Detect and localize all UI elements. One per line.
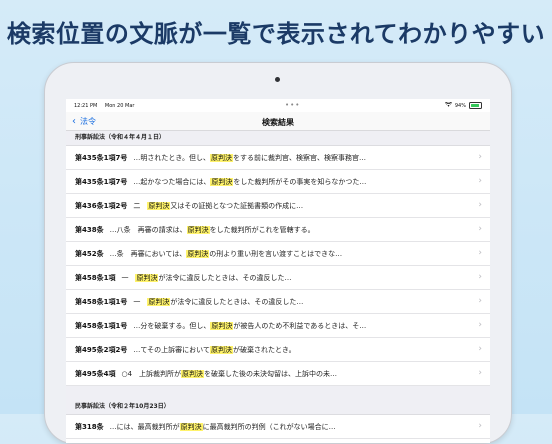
battery-icon (469, 102, 482, 109)
snippet-before: …起かなつた場合には、 (133, 177, 211, 186)
article-number: 第458条1項 (75, 273, 116, 282)
result-row[interactable]: 第495条2項2号 …てその上訴審において原判決が破棄されたとき。 › (66, 338, 490, 362)
snippet-after: が被告人のため不利益であるときは、そ… (233, 321, 367, 330)
section-gap (66, 386, 490, 400)
context-snippet: …てその上訴審において原判決が破棄されたとき。 (133, 345, 296, 355)
status-bar: 12:21 PM Mon 20 Mar ••• 94% (66, 99, 490, 112)
chevron-right-icon: › (478, 224, 482, 234)
section-header: 民事訴訟法（令和２年10月23日） (66, 400, 490, 415)
snippet-before: …分を破棄する。但し、 (133, 321, 211, 330)
context-snippet: …条 再審においては、原判決の刑より重い刑を言い渡すことはできな… (109, 249, 343, 259)
status-date: Mon 20 Mar (104, 102, 135, 109)
result-row[interactable]: 第452条 …条 再審においては、原判決の刑より重い刑を言い渡すことはできな… › (66, 242, 490, 266)
snippet-after: に最高裁判所の判例（これがない場合に… (202, 422, 336, 431)
nav-title: 検索結果 (262, 118, 294, 127)
multitask-dots[interactable]: ••• (285, 102, 300, 109)
wifi-icon (444, 101, 452, 109)
snippet-after: の刑より重い刑を言い渡すことはできな… (209, 249, 343, 258)
snippet-after: が法令に違反したときは、その違反した… (170, 297, 304, 306)
snippet-after: をする前に裁判官、検察官、検察事務官… (233, 153, 367, 162)
results-list: 刑事訴訟法（令和４年４月１日） 第435条1項7号 …明されたとき。但し、原判決をす… (66, 131, 490, 439)
keyword-highlight: 原判決 (147, 201, 171, 210)
camera-dot (275, 77, 280, 82)
nav-bar: ‹ 法令 検索結果 (66, 112, 490, 131)
snippet-before: 一 (121, 273, 136, 282)
result-row[interactable]: 第458条1項1号一 原判決が法令に違反したときは、その違反した… › (66, 290, 490, 314)
article-number: 第435条1項7号 (75, 177, 128, 186)
keyword-highlight: 原判決 (181, 369, 205, 378)
chevron-right-icon: › (478, 296, 482, 306)
result-row[interactable]: 第438条 …八条 再審の請求は、原判決をした裁判所がこれを管轄する。 › (66, 218, 490, 242)
result-row[interactable]: 第436条1項2号二 原判決又はその証拠となつた証拠書類の作成に… › (66, 194, 490, 218)
snippet-before: …条 再審においては、 (109, 249, 187, 258)
context-snippet: 二 原判決又はその証拠となつた証拠書類の作成に… (133, 201, 303, 211)
keyword-highlight: 原判決 (179, 422, 203, 431)
result-row[interactable]: 第435条1項7号 …起かなつた場合には、原判決をした裁判所がその事実を知らなかつ… (66, 170, 490, 194)
headline: 検索位置の文脈が一覧で表示されてわかりやすい (6, 20, 546, 48)
status-time: 12:21 PM (74, 102, 98, 109)
result-row[interactable]: 第458条1項1号 …分を破棄する。但し、原判決が被告人のため不利益であるときは、… (66, 314, 490, 338)
article-number: 第436条1項2号 (75, 201, 128, 210)
result-row[interactable]: 第458条1項一 原判決が法令に違反したときは、その違反した… › (66, 266, 490, 290)
result-row[interactable]: 第435条1項7号 …明されたとき。但し、原判決をする前に裁判官、検察官、検察事務… (66, 146, 490, 170)
snippet-before: …明されたとき。但し、 (133, 153, 211, 162)
article-number: 第438条 (75, 225, 104, 234)
result-row[interactable]: 第495条4項 ○4 上訴裁判所が原判決を破棄した後の未決勾留は、上訴中の未… › (66, 362, 490, 386)
keyword-highlight: 原判決 (135, 273, 159, 282)
snippet-before: 二 (133, 201, 148, 210)
chevron-right-icon: › (478, 320, 482, 330)
snippet-before: …てその上訴審において (133, 345, 210, 354)
article-number: 第452条 (75, 249, 104, 258)
keyword-highlight: 原判決 (210, 321, 234, 330)
snippet-after: を破棄した後の未決勾留は、上訴中の未… (204, 369, 338, 378)
context-snippet: …分を破棄する。但し、原判決が被告人のため不利益であるときは、そ… (133, 321, 366, 331)
article-number: 第458条1項1号 (75, 297, 128, 306)
app-screen: 12:21 PM Mon 20 Mar ••• 94% ‹ 法令 検索結果 刑事… (66, 99, 490, 443)
article-number: 第458条1項1号 (75, 321, 128, 330)
snippet-before: 一 (133, 297, 148, 306)
result-row[interactable]: 第318条 …には、最高裁判所が原判決に最高裁判所の判例（これがない場合に… › (66, 415, 490, 439)
chevron-right-icon: › (478, 176, 482, 186)
context-snippet: 一 原判決が法令に違反したときは、その違反した… (133, 297, 303, 307)
snippet-before: ○4 上訴裁判所が (121, 369, 182, 378)
context-snippet: …には、最高裁判所が原判決に最高裁判所の判例（これがない場合に… (110, 422, 336, 432)
snippet-after: 又はその証拠となつた証拠書類の作成に… (170, 201, 304, 210)
context-snippet: …明されたとき。但し、原判決をする前に裁判官、検察官、検察事務官… (133, 153, 366, 163)
battery-percent: 94% (454, 102, 466, 109)
snippet-after: をした裁判所がこれを管轄する。 (209, 225, 315, 234)
keyword-highlight: 原判決 (186, 225, 210, 234)
context-snippet: …起かなつた場合には、原判決をした裁判所がその事実を知らなかつた… (133, 177, 366, 187)
chevron-right-icon: › (478, 368, 482, 378)
chevron-right-icon: › (478, 272, 482, 282)
keyword-highlight: 原判決 (209, 345, 233, 354)
snippet-after: が法令に違反したときは、その違反した… (158, 273, 292, 282)
keyword-highlight: 原判決 (147, 297, 171, 306)
chevron-right-icon: › (478, 200, 482, 210)
keyword-highlight: 原判決 (210, 177, 234, 186)
chevron-right-icon: › (478, 344, 482, 354)
snippet-before: …八条 再審の請求は、 (109, 225, 187, 234)
snippet-after: が破棄されたとき。 (232, 345, 296, 354)
context-snippet: ○4 上訴裁判所が原判決を破棄した後の未決勾留は、上訴中の未… (121, 369, 337, 379)
keyword-highlight: 原判決 (210, 153, 234, 162)
section-header: 刑事訴訟法（令和４年４月１日） (66, 131, 490, 146)
article-number: 第495条4項 (75, 369, 116, 378)
snippet-before: …には、最高裁判所が (109, 422, 180, 431)
keyword-highlight: 原判決 (186, 249, 210, 258)
article-number: 第318条 (75, 422, 104, 431)
context-snippet: …八条 再審の請求は、原判決をした裁判所がこれを管轄する。 (110, 225, 315, 235)
snippet-after: をした裁判所がその事実を知らなかつた… (233, 177, 367, 186)
context-snippet: 一 原判決が法令に違反したときは、その違反した… (121, 273, 291, 283)
chevron-right-icon: › (478, 152, 482, 162)
article-number: 第495条2項2号 (75, 345, 128, 354)
chevron-right-icon: › (478, 421, 482, 431)
chevron-right-icon: › (478, 248, 482, 258)
tablet-frame: 12:21 PM Mon 20 Mar ••• 94% ‹ 法令 検索結果 刑事… (44, 62, 512, 444)
article-number: 第435条1項7号 (75, 153, 128, 162)
